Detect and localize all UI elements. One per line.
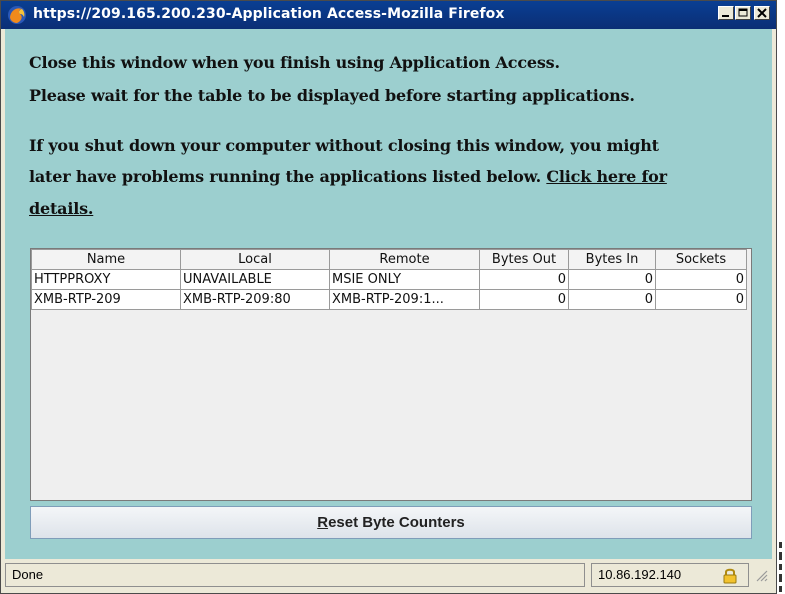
reset-byte-counters-button[interactable]: Reset Byte Counters — [30, 506, 752, 539]
details-link-part2[interactable]: details. — [29, 199, 93, 218]
cell-bytes-out: 0 — [479, 269, 569, 290]
minimize-icon — [722, 15, 729, 17]
close-instruction-text: Close this window when you finish using … — [29, 53, 560, 72]
firefox-window: https://209.165.200.230-Application Acce… — [0, 0, 777, 594]
reset-button-label: eset Byte Counters — [328, 514, 465, 531]
table-row[interactable]: XMB-RTP-209 XMB-RTP-209:80 XMB-RTP-209:1… — [31, 289, 747, 310]
applications-table-panel[interactable]: Name Local Remote Bytes Out Bytes In Soc… — [30, 248, 752, 501]
cell-sockets: 0 — [655, 269, 747, 290]
details-link-continued: details. — [29, 199, 93, 218]
figure-id-mark — [779, 542, 782, 592]
cell-remote: MSIE ONLY — [329, 269, 480, 290]
window-title: https://209.165.200.230-Application Acce… — [33, 6, 505, 22]
details-link[interactable]: Click here for — [546, 167, 667, 186]
resize-grip-icon[interactable] — [754, 568, 768, 582]
cell-name: HTTPPROXY — [31, 269, 181, 290]
column-header-bytes-out[interactable]: Bytes Out — [479, 249, 569, 270]
cell-remote: XMB-RTP-209:1... — [329, 289, 480, 310]
column-header-bytes-in[interactable]: Bytes In — [568, 249, 656, 270]
cell-sockets: 0 — [655, 289, 747, 310]
applications-table: Name Local Remote Bytes Out Bytes In Soc… — [31, 249, 747, 310]
application-access-panel: Close this window when you finish using … — [5, 29, 772, 559]
cell-bytes-in: 0 — [568, 289, 656, 310]
column-header-name[interactable]: Name — [31, 249, 181, 270]
status-text: Done — [5, 563, 585, 587]
shutdown-warning-line1: If you shut down your computer without c… — [29, 136, 659, 155]
shutdown-warning-text: later have problems running the applicat… — [29, 167, 547, 186]
cell-local: UNAVAILABLE — [180, 269, 330, 290]
close-button[interactable] — [754, 6, 770, 20]
firefox-icon — [8, 6, 26, 24]
cell-local: XMB-RTP-209:80 — [180, 289, 330, 310]
cell-name: XMB-RTP-209 — [31, 289, 181, 310]
server-ip-address: 10.86.192.140 — [598, 567, 682, 582]
shutdown-warning-line2: later have problems running the applicat… — [29, 167, 667, 186]
table-row[interactable]: HTTPPROXY UNAVAILABLE MSIE ONLY 0 0 0 — [31, 269, 747, 290]
status-bar: Done 10.86.192.140 — [5, 560, 772, 590]
column-header-sockets[interactable]: Sockets — [655, 249, 747, 270]
title-bar[interactable]: https://209.165.200.230-Application Acce… — [1, 1, 776, 29]
wait-instruction-text: Please wait for the table to be displaye… — [29, 86, 635, 105]
maximize-icon — [738, 8, 748, 17]
minimize-button[interactable] — [718, 6, 734, 20]
column-header-local[interactable]: Local — [180, 249, 330, 270]
close-icon — [757, 8, 767, 18]
reset-accelerator-key: R — [317, 514, 329, 531]
column-header-remote[interactable]: Remote — [329, 249, 480, 270]
status-ip-panel[interactable]: 10.86.192.140 — [591, 563, 749, 587]
cell-bytes-in: 0 — [568, 269, 656, 290]
table-header-row: Name Local Remote Bytes Out Bytes In Soc… — [31, 249, 747, 270]
cell-bytes-out: 0 — [479, 289, 569, 310]
lock-icon[interactable] — [722, 567, 738, 584]
maximize-button[interactable] — [735, 6, 751, 20]
